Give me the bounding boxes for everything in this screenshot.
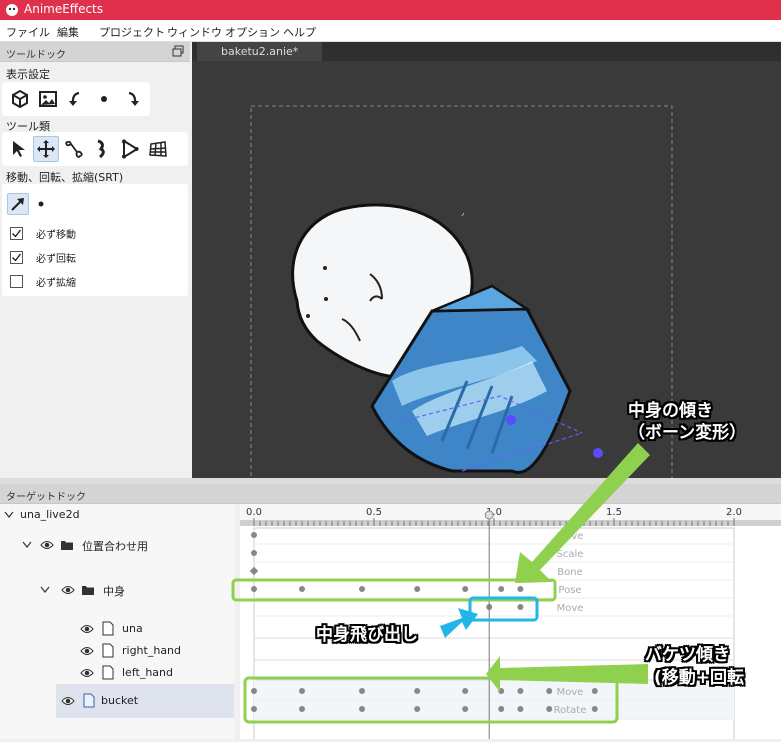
blue-arrow-popout xyxy=(440,608,478,638)
annotation-bucket-subtitle: (移動+回転 xyxy=(654,668,745,688)
annotation-bucket-title: バケツ傾き xyxy=(645,645,730,665)
annotation-popout: 中身飛び出し xyxy=(316,625,418,645)
green-arrow-tilt xyxy=(515,443,650,583)
green-arrow-bucket xyxy=(486,656,648,692)
bucket-track-highlight xyxy=(243,676,619,724)
annotation-tilt-subtitle: （ボーン変形） xyxy=(628,423,747,443)
